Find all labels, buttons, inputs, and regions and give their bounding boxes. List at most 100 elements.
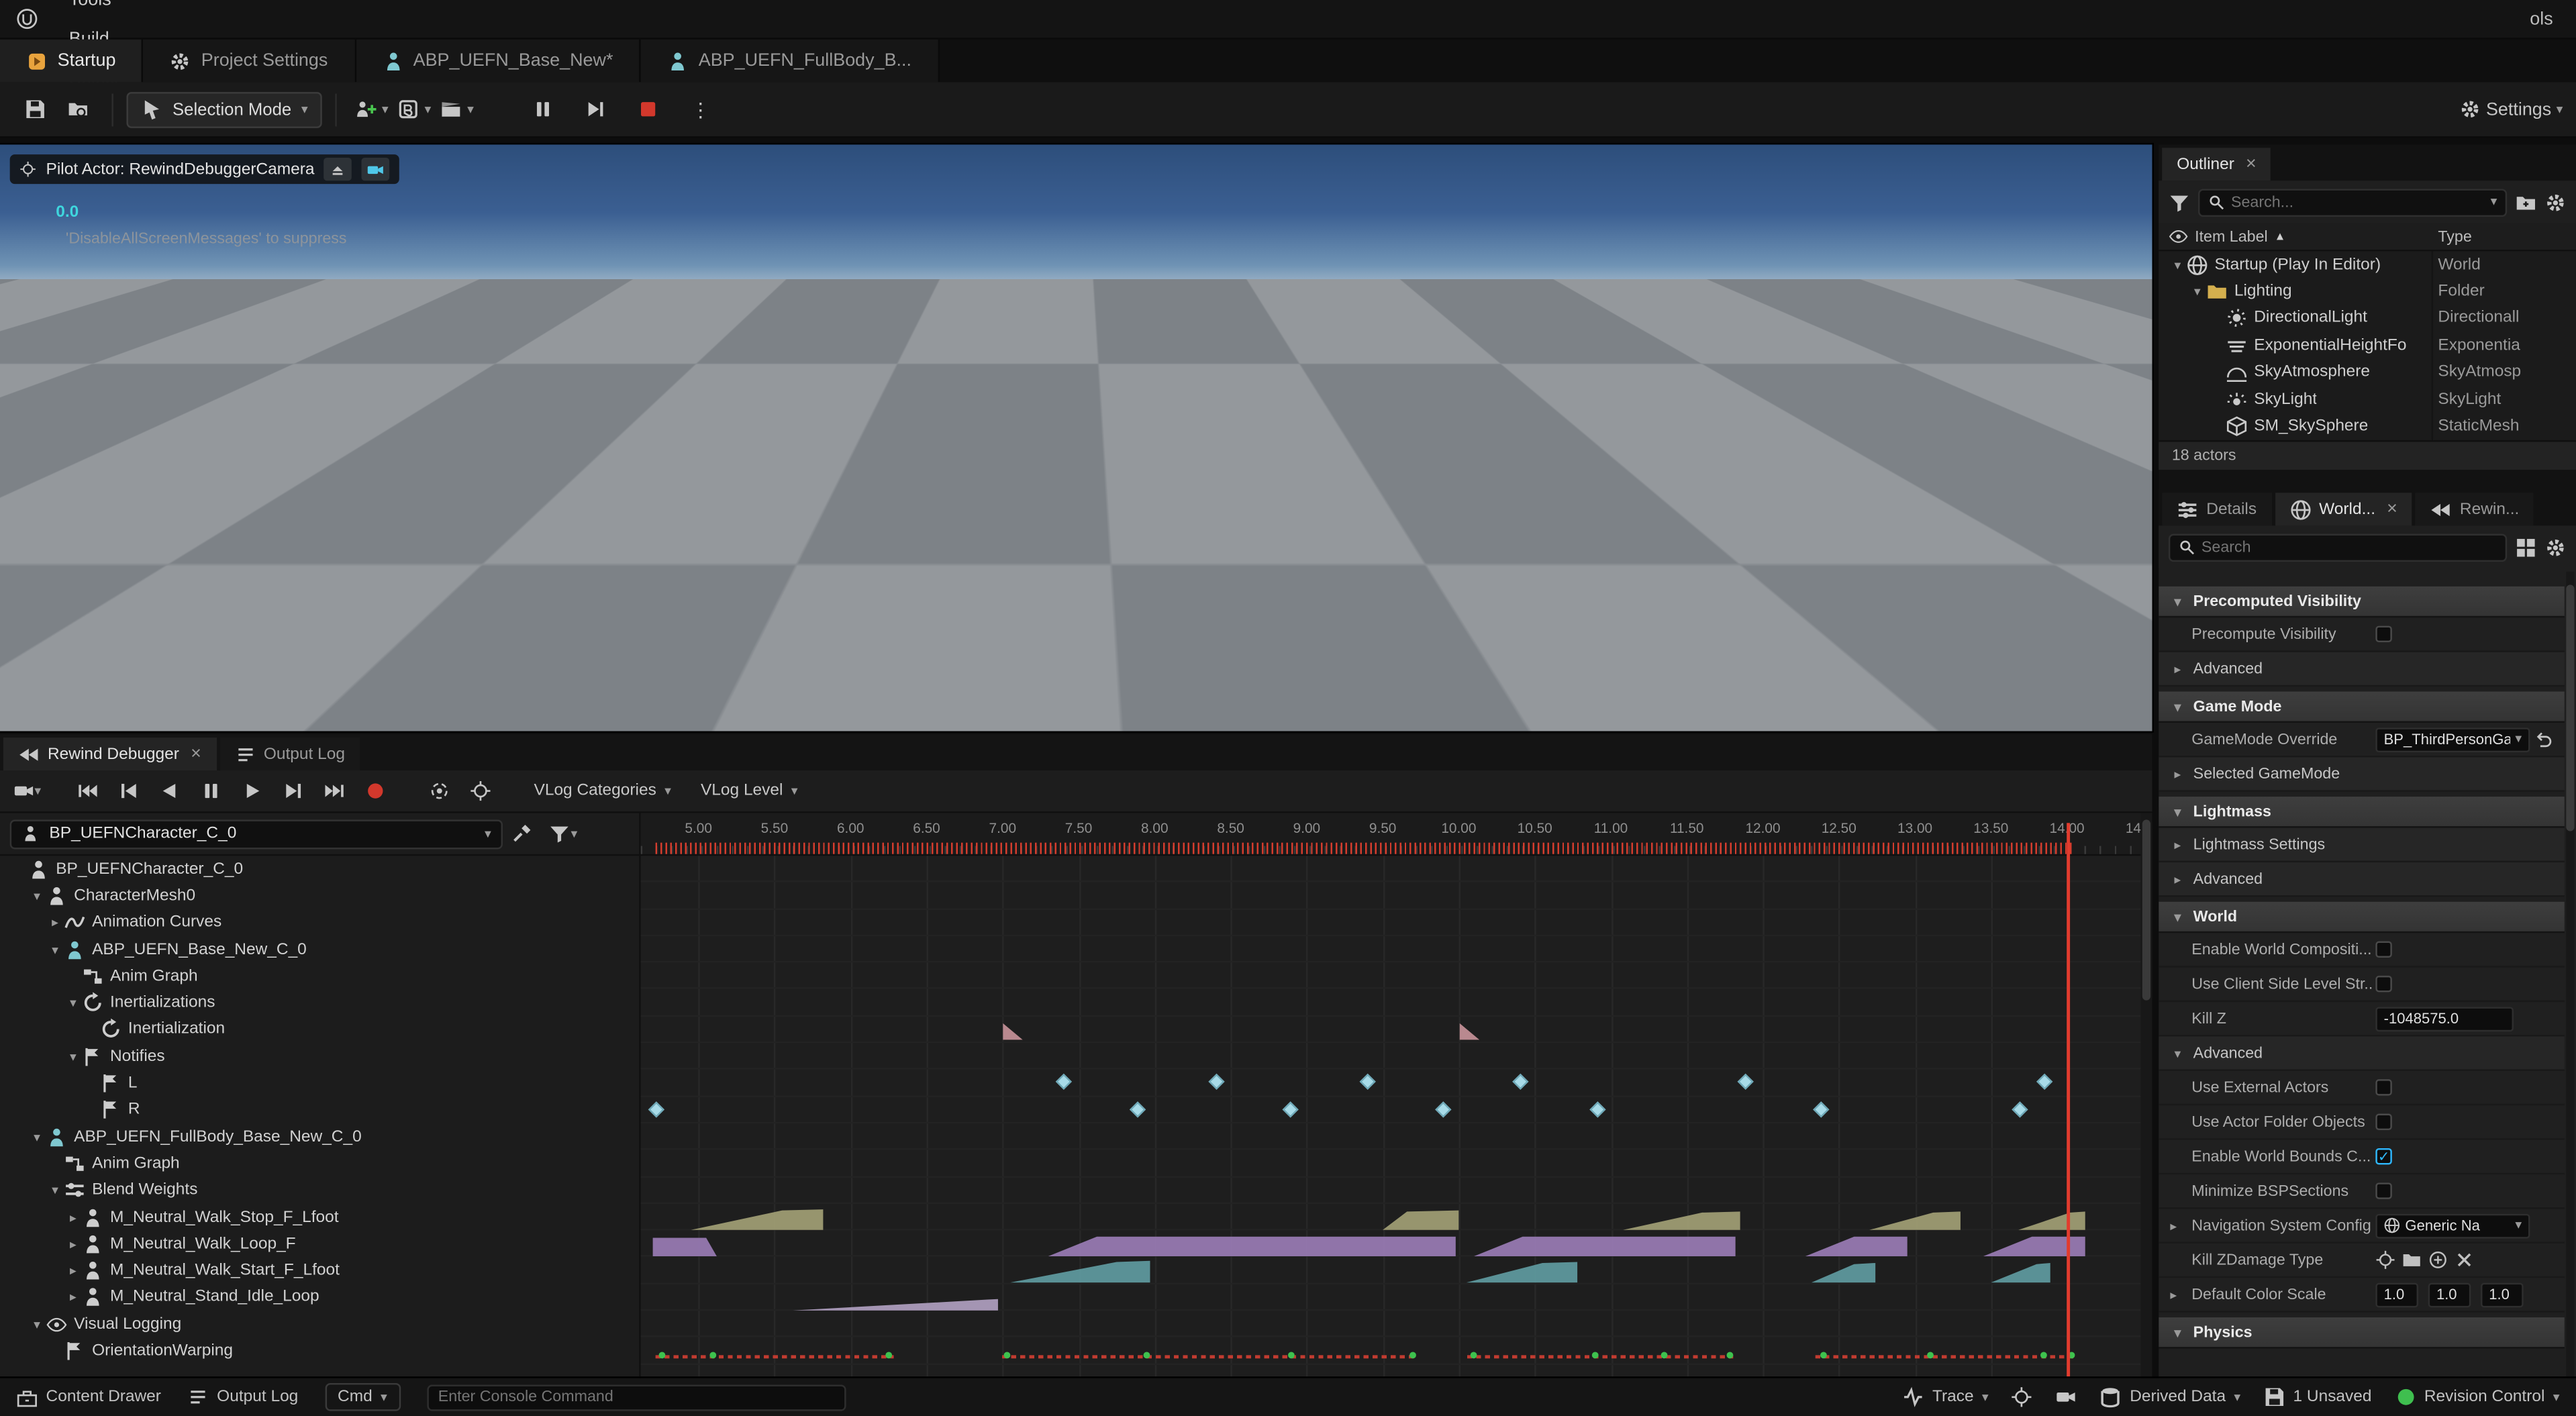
notify-marker[interactable] (1056, 1074, 1072, 1091)
number-field-kill-z[interactable]: -1048575.0 (2375, 1006, 2514, 1031)
tree-row-blend-weights[interactable]: ▾Blend Weights (0, 1177, 639, 1204)
frame-skip-button[interactable] (574, 89, 617, 129)
tree-row-charactermesh0[interactable]: ▾CharacterMesh0 (0, 882, 639, 909)
checkbox-use-external-actors[interactable] (2375, 1079, 2391, 1095)
expander-icon[interactable]: ▾ (46, 942, 64, 957)
add-asset-icon[interactable] (2428, 1250, 2448, 1270)
track-row-orientationwarping[interactable] (641, 1337, 2152, 1364)
tree-row-anim-graph[interactable]: Anim Graph (0, 1150, 639, 1177)
chevron-down-icon[interactable]: ▾ (2491, 195, 2497, 209)
track-row-bp-uefncharacter-c-0[interactable] (641, 856, 2152, 882)
track-row-abp-uefn-fullbody-base-new-c-0[interactable] (641, 1123, 2152, 1150)
record-button[interactable] (358, 774, 393, 807)
tab-outliner[interactable]: Outliner × (2162, 148, 2271, 181)
track-row-anim-graph[interactable] (641, 963, 2152, 990)
expander-icon[interactable]: ▸ (64, 1290, 82, 1305)
insights-icon[interactable] (2012, 1386, 2033, 1408)
display-mode-icon[interactable] (2515, 536, 2536, 558)
pause-button[interactable] (522, 89, 564, 129)
tree-row-abp-uefn-fullbody-base-new-c-0[interactable]: ▾ABP_UEFN_FullBody_Base_New_C_0 (0, 1123, 639, 1150)
vlog-categories-dropdown[interactable]: VLog Categories ▾ (534, 782, 671, 800)
category-game-mode[interactable]: ▾Game Mode (2159, 691, 2565, 723)
tab-rewin[interactable]: Rewin... (2416, 493, 2534, 525)
outliner-row-lighting[interactable]: ▾LightingFolder (2159, 279, 2576, 305)
subcategory-selected-gamemode[interactable]: ▸Selected GameMode (2159, 757, 2565, 791)
tree-row-inertializations[interactable]: ▾Inertializations (0, 990, 639, 1017)
checkbox-use-actor-folder-objects[interactable] (2375, 1114, 2391, 1130)
dropdown-gamemode-override[interactable]: BP_ThirdPersonGa▾ (2375, 727, 2530, 752)
track-row-m-neutral-walk-loop-f[interactable] (641, 1231, 2152, 1258)
track-row-m-neutral-stand-idle-loop[interactable] (641, 1284, 2152, 1311)
expander-icon[interactable]: ▸ (64, 1210, 82, 1225)
screenshot-icon[interactable] (2056, 1386, 2077, 1408)
unsaved-button[interactable]: 1 Unsaved (2263, 1386, 2371, 1408)
track-filter-button[interactable]: ▾ (540, 817, 587, 850)
level-viewport[interactable]: Pilot Actor: RewindDebuggerCamera 0.0 'D… (0, 144, 2152, 731)
play-options-kebab[interactable]: ⋮ (679, 89, 722, 129)
selection-mode-dropdown[interactable]: Selection Mode ▾ (126, 91, 322, 128)
camera-button[interactable] (362, 158, 391, 181)
filter-icon[interactable] (2169, 191, 2190, 213)
playhead[interactable] (2067, 823, 2071, 1376)
outliner-search[interactable]: ▾ (2198, 188, 2507, 216)
track-row-m-neutral-walk-start-f-lfoot[interactable] (641, 1258, 2152, 1284)
eyedropper-icon[interactable] (511, 823, 532, 844)
outliner-row-directionallight[interactable]: DirectionalLightDirectionall (2159, 305, 2576, 332)
blend-weight-curve[interactable] (641, 1204, 2152, 1231)
tree-row-inertialization[interactable]: Inertialization (0, 1017, 639, 1044)
tree-row-m-neutral-walk-stop-f-lfoot[interactable]: ▸M_Neutral_Walk_Stop_F_Lfoot (0, 1204, 639, 1231)
category-world[interactable]: ▾World (2159, 902, 2565, 933)
tree-row-abp-uefn-base-new-c-0[interactable]: ▾ABP_UEFN_Base_New_C_0 (0, 936, 639, 963)
timeline-ruler[interactable]: 5.005.506.006.507.007.508.008.509.009.50… (641, 813, 2152, 856)
track-row-r[interactable] (641, 1097, 2152, 1123)
category-lightmass[interactable]: ▾Lightmass (2159, 797, 2565, 828)
outliner-row-sm-skysphere[interactable]: SM_SkySphereStaticMesh (2159, 413, 2576, 440)
tree-row-orientationwarping[interactable]: OrientationWarping (0, 1337, 639, 1364)
details-search[interactable] (2169, 533, 2507, 561)
notify-marker[interactable] (1590, 1101, 1606, 1117)
tree-row-m-neutral-walk-start-f-lfoot[interactable]: ▸M_Neutral_Walk_Start_F_Lfoot (0, 1258, 639, 1284)
vector-field-1[interactable]: 1.0 (2428, 1282, 2471, 1307)
browse-content-button[interactable] (56, 89, 99, 129)
inertialization-marker[interactable] (1458, 1019, 1481, 1041)
new-folder-icon[interactable] (2515, 191, 2536, 213)
category-physics[interactable]: ▾Physics (2159, 1317, 2565, 1349)
output-log-button[interactable]: Output Log (187, 1386, 298, 1408)
blend-weight-curve[interactable] (641, 1231, 2152, 1258)
checkbox-enable-world-bounds-c[interactable]: ✓ (2375, 1148, 2391, 1164)
notify-marker[interactable] (1512, 1074, 1528, 1091)
stop-button[interactable] (627, 89, 670, 129)
reset-icon[interactable] (2535, 730, 2553, 748)
cmd-dropdown[interactable]: Cmd ▾ (324, 1383, 400, 1411)
blend-weight-curve[interactable] (641, 1284, 2152, 1311)
type-column[interactable]: Type (2438, 227, 2471, 246)
details-settings-icon[interactable] (2544, 536, 2566, 558)
content-drawer-button[interactable]: Content Drawer (16, 1386, 160, 1408)
track-row-charactermesh0[interactable] (641, 882, 2152, 909)
dropdown-navigation-system-config[interactable]: Generic Na▾ (2375, 1213, 2530, 1238)
menu-tools[interactable]: Tools (54, 0, 148, 19)
tab-abp-uefn-fullbody-b[interactable]: ABP_UEFN_FullBody_B... (641, 40, 940, 83)
notify-marker[interactable] (1737, 1074, 1753, 1091)
blend-weight-curve[interactable] (641, 1258, 2152, 1284)
tree-row-notifies[interactable]: ▾Notifies (0, 1043, 639, 1070)
checkbox-minimize-bspsections[interactable] (2375, 1182, 2391, 1199)
derived-data-dropdown[interactable]: Derived Data ▾ (2100, 1386, 2240, 1408)
tree-row-m-neutral-stand-idle-loop[interactable]: ▸M_Neutral_Stand_Idle_Loop (0, 1284, 639, 1311)
expander-icon[interactable]: ▾ (2169, 258, 2187, 272)
tree-row-animation-curves[interactable]: ▸Animation Curves (0, 909, 639, 936)
browse-asset-icon[interactable] (2402, 1250, 2422, 1270)
track-row-abp-uefn-base-new-c-0[interactable] (641, 936, 2152, 963)
expander-icon[interactable]: ▾ (28, 1129, 46, 1144)
checkbox-enable-world-compositi[interactable] (2375, 942, 2391, 958)
property-row-minimize-bspsections[interactable]: Minimize BSPSections (2159, 1174, 2565, 1209)
checkbox-use-client-side-level-str[interactable] (2375, 976, 2391, 992)
blueprints-button[interactable]: ▾ (393, 89, 436, 129)
category-precomputed-visibility[interactable]: ▾Precomputed Visibility (2159, 587, 2565, 618)
expander-icon[interactable]: ▾ (46, 1183, 64, 1198)
track-row-inertialization[interactable] (641, 1017, 2152, 1044)
expander-icon[interactable]: ▸ (46, 915, 64, 930)
outliner-search-input[interactable] (2231, 193, 2484, 211)
tree-row-m-neutral-walk-loop-f[interactable]: ▸M_Neutral_Walk_Loop_F (0, 1231, 639, 1258)
target-actor-button[interactable] (463, 774, 497, 807)
